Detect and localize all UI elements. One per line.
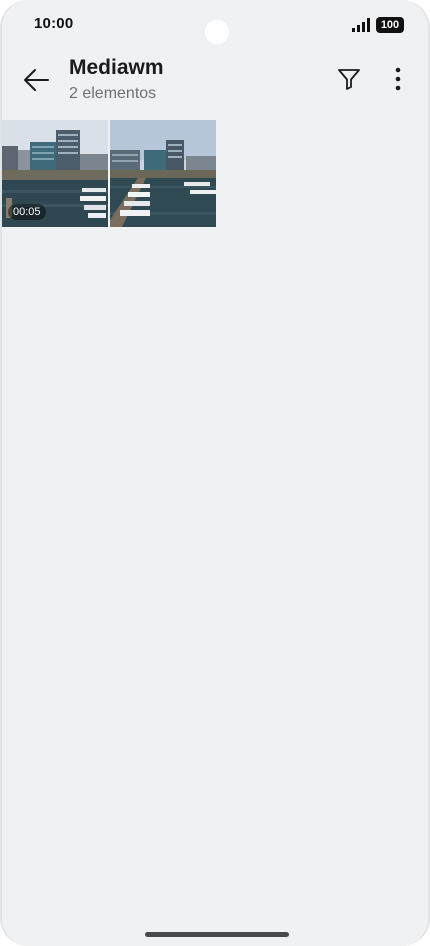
filter-button[interactable] (332, 62, 366, 96)
more-vertical-icon (395, 67, 401, 91)
media-item-video[interactable]: 00:05 (2, 120, 108, 227)
front-camera (205, 20, 229, 44)
battery-icon: 100 (376, 17, 404, 33)
photo-thumbnail (110, 120, 216, 227)
status-time: 10:00 (34, 15, 74, 32)
home-indicator[interactable] (145, 932, 289, 937)
filter-icon (338, 69, 360, 90)
back-button[interactable] (16, 60, 56, 100)
app-header: Mediawm 2 elementos (2, 50, 428, 112)
phone-screen: 10:00 100 Mediawm 2 elementos 00:05 (0, 0, 430, 946)
page-title: Mediawm (69, 56, 164, 79)
signal-icon (352, 18, 370, 32)
arrow-left-icon (24, 69, 49, 91)
video-duration: 00:05 (8, 204, 46, 220)
battery-level: 100 (380, 19, 400, 31)
title-block: Mediawm 2 elementos (69, 54, 164, 105)
item-count: 2 elementos (69, 85, 157, 102)
more-options-button[interactable] (384, 62, 412, 96)
status-bar: 10:00 100 (2, 0, 428, 50)
media-item-photo[interactable] (110, 120, 216, 227)
